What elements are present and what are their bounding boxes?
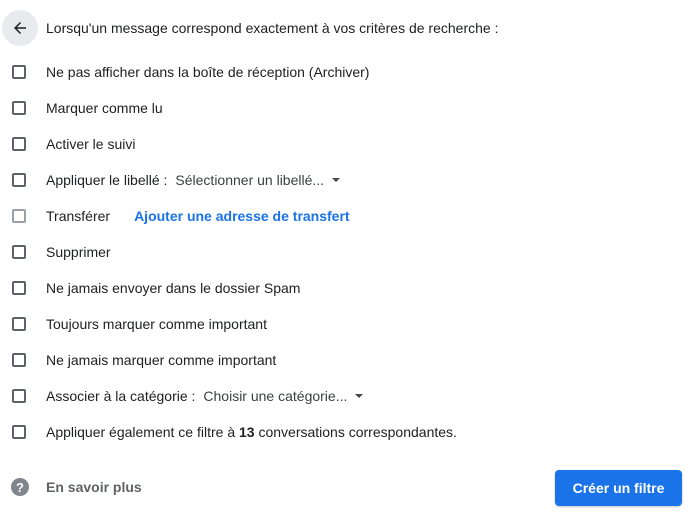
never-spam-checkbox[interactable] [12, 281, 26, 295]
label-select-dropdown[interactable]: Sélectionner un libellé... [174, 169, 344, 192]
option-mark-read: Marquer comme lu [0, 90, 698, 126]
label-select-value: Sélectionner un libellé... [175, 171, 325, 188]
mark-read-label[interactable]: Marquer comme lu [46, 100, 163, 116]
dropdown-caret-icon [355, 393, 364, 398]
category-select-value: Choisir une catégorie... [203, 387, 348, 404]
dropdown-caret-icon [332, 177, 341, 182]
option-always-important: Toujours marquer comme important [0, 306, 698, 342]
criteria-description: Lorsqu'un message correspond exactement … [46, 20, 499, 36]
filter-actions-list: Ne pas afficher dans la boîte de récepti… [0, 54, 698, 450]
categorize-label[interactable]: Associer à la catégorie : [46, 388, 195, 404]
always-important-label[interactable]: Toujours marquer comme important [46, 316, 267, 332]
category-select-dropdown[interactable]: Choisir une catégorie... [202, 385, 367, 408]
option-star: Activer le suivi [0, 126, 698, 162]
option-apply-label: Appliquer le libellé : Sélectionner un l… [0, 162, 698, 198]
option-apply-existing: Appliquer également ce filtre à 13 conve… [0, 414, 698, 450]
option-never-spam: Ne jamais envoyer dans le dossier Spam [0, 270, 698, 306]
filter-options-page: Lorsqu'un message correspond exactement … [0, 0, 698, 524]
option-delete: Supprimer [0, 234, 698, 270]
option-categorize: Associer à la catégorie : Choisir une ca… [0, 378, 698, 414]
apply-existing-checkbox[interactable] [12, 425, 26, 439]
forward-checkbox[interactable] [12, 209, 26, 223]
learn-more-link[interactable]: ? En savoir plus [11, 478, 142, 496]
delete-label[interactable]: Supprimer [46, 244, 111, 260]
create-filter-button[interactable]: Créer un filtre [555, 470, 682, 506]
archive-checkbox[interactable] [12, 65, 26, 79]
option-archive: Ne pas afficher dans la boîte de récepti… [0, 54, 698, 90]
arrow-left-icon [14, 22, 26, 34]
add-forwarding-address-link[interactable]: Ajouter une adresse de transfert [134, 208, 350, 224]
apply-label-checkbox[interactable] [12, 173, 26, 187]
apply-existing-suffix: conversations correspondantes. [254, 424, 457, 440]
learn-more-label: En savoir plus [46, 479, 142, 495]
forward-label[interactable]: Transférer [46, 208, 110, 224]
apply-existing-label[interactable]: Appliquer également ce filtre à 13 conve… [46, 424, 457, 440]
always-important-checkbox[interactable] [12, 317, 26, 331]
option-forward: Transférer Ajouter une adresse de transf… [0, 198, 698, 234]
back-button[interactable] [2, 10, 38, 46]
delete-checkbox[interactable] [12, 245, 26, 259]
never-important-checkbox[interactable] [12, 353, 26, 367]
header: Lorsqu'un message correspond exactement … [0, 8, 498, 48]
apply-existing-prefix: Appliquer également ce filtre à [46, 424, 239, 440]
star-checkbox[interactable] [12, 137, 26, 151]
option-never-important: Ne jamais marquer comme important [0, 342, 698, 378]
help-circle-icon: ? [11, 478, 29, 496]
star-label[interactable]: Activer le suivi [46, 136, 135, 152]
mark-read-checkbox[interactable] [12, 101, 26, 115]
archive-label[interactable]: Ne pas afficher dans la boîte de récepti… [46, 64, 369, 80]
never-important-label[interactable]: Ne jamais marquer comme important [46, 352, 276, 368]
matching-conversation-count: 13 [239, 424, 255, 440]
apply-label-label[interactable]: Appliquer le libellé : [46, 172, 167, 188]
never-spam-label[interactable]: Ne jamais envoyer dans le dossier Spam [46, 280, 300, 296]
categorize-checkbox[interactable] [12, 389, 26, 403]
